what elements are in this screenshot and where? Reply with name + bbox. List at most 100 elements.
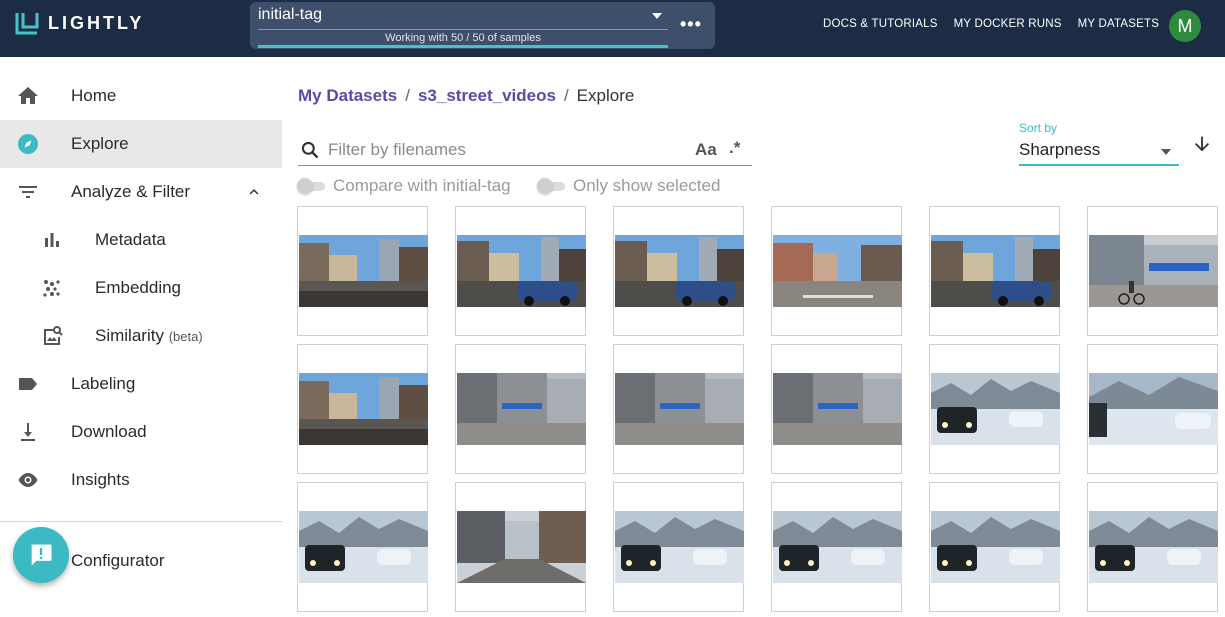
- only-selected-toggle-label: Only show selected: [573, 176, 721, 195]
- breadcrumb-separator: /: [563, 86, 569, 105]
- filename-search-input[interactable]: [328, 138, 688, 162]
- sidebar-item-label: Insights: [71, 470, 130, 489]
- sample-progress-fill: [258, 45, 668, 48]
- sample-thumbnail-card[interactable]: [929, 206, 1060, 336]
- more-horiz-icon[interactable]: •••: [680, 14, 702, 35]
- search-icon: [301, 141, 319, 159]
- breadcrumb-current: Explore: [576, 86, 635, 105]
- sample-image: [457, 511, 586, 583]
- sample-thumbnail-card[interactable]: [455, 206, 586, 336]
- sample-thumbnail-card[interactable]: [613, 344, 744, 474]
- sample-image-graphic: [457, 235, 586, 307]
- sample-thumbnail-card[interactable]: [455, 344, 586, 474]
- breadcrumb-my-datasets[interactable]: My Datasets: [298, 86, 397, 106]
- sidebar-divider: [0, 521, 282, 522]
- sidebar-item-explore[interactable]: Explore: [0, 120, 282, 168]
- sort-by-select[interactable]: Sharpness: [1019, 138, 1179, 166]
- sample-image: [773, 235, 902, 307]
- compare-toggle[interactable]: [297, 177, 327, 195]
- sidebar-item-embedding[interactable]: Embedding: [0, 264, 282, 312]
- docs-link[interactable]: DOCS & TUTORIALS: [823, 18, 938, 30]
- top-nav: DOCS & TUTORIALS MY DOCKER RUNS MY DATAS…: [823, 18, 1159, 30]
- sidebar-item-analyze-filter[interactable]: Analyze & Filter: [0, 168, 282, 216]
- sample-thumbnail-card[interactable]: [1087, 344, 1218, 474]
- sample-image-graphic: [299, 235, 428, 307]
- sample-progress-bar: [258, 45, 668, 48]
- sidebar-item-label: Configurator: [71, 551, 165, 570]
- sample-image-graphic: [1089, 373, 1218, 445]
- sample-image: [299, 235, 428, 307]
- sample-image-graphic: [773, 373, 902, 445]
- sample-thumbnail-card[interactable]: [297, 344, 428, 474]
- sidebar-item-label: Similarity (beta): [95, 326, 203, 345]
- sample-thumbnail-card[interactable]: [1087, 482, 1218, 612]
- sidebar-item-insights[interactable]: Insights: [0, 456, 282, 504]
- sample-image-graphic: [931, 511, 1060, 583]
- sample-thumbnail-card[interactable]: [929, 344, 1060, 474]
- beta-badge: (beta): [168, 329, 203, 344]
- breadcrumb-dataset[interactable]: s3_street_videos: [418, 86, 556, 106]
- sample-image: [931, 511, 1060, 583]
- compare-toggle-row: Compare with initial-tag: [297, 176, 511, 196]
- top-app-bar: LIGHTLY initial-tag Working with 50 / 50…: [0, 0, 1225, 57]
- sidebar-item-download[interactable]: Download: [0, 408, 282, 456]
- sample-image-graphic: [931, 235, 1060, 307]
- sample-thumbnail-card[interactable]: [929, 482, 1060, 612]
- feedback-button[interactable]: [13, 527, 69, 583]
- filename-filter: Aa .*: [298, 134, 752, 166]
- regex-toggle[interactable]: .*: [729, 138, 740, 158]
- filter-icon: [19, 186, 37, 198]
- chevron-up-icon[interactable]: [245, 183, 263, 201]
- sample-image: [773, 373, 902, 445]
- sample-thumbnail-card[interactable]: [613, 482, 744, 612]
- user-avatar[interactable]: M: [1169, 10, 1201, 42]
- logo-text: LIGHTLY: [48, 12, 145, 33]
- feedback-icon: [31, 544, 52, 566]
- sample-thumbnail-card[interactable]: [1087, 206, 1218, 336]
- sample-thumbnail-card[interactable]: [771, 482, 902, 612]
- sample-thumbnail-card[interactable]: [297, 482, 428, 612]
- sample-image: [1089, 235, 1218, 307]
- sample-image: [457, 235, 586, 307]
- sample-thumbnail-card[interactable]: [455, 482, 586, 612]
- sample-image: [457, 373, 586, 445]
- sample-count-status: Working with 50 / 50 of samples: [385, 32, 541, 44]
- sidebar-item-home[interactable]: Home: [0, 72, 282, 120]
- tag-selector[interactable]: initial-tag Working with 50 / 50 of samp…: [250, 2, 715, 49]
- sample-image-graphic: [931, 373, 1060, 445]
- dropdown-caret-icon: [1161, 149, 1171, 155]
- sample-image-graphic: [457, 373, 586, 445]
- dropdown-caret-icon[interactable]: [652, 13, 662, 19]
- sidebar-item-label: Embedding: [95, 278, 182, 297]
- compare-toggle-label: Compare with initial-tag: [333, 176, 511, 195]
- sample-image-graphic: [773, 235, 902, 307]
- sample-image-graphic: [1089, 511, 1218, 583]
- my-datasets-link[interactable]: MY DATASETS: [1078, 18, 1159, 30]
- lightly-logo[interactable]: LIGHTLY: [15, 11, 144, 35]
- download-icon: [21, 423, 35, 441]
- sample-thumbnail-card[interactable]: [613, 206, 744, 336]
- sample-image-graphic: [615, 511, 744, 583]
- sample-image-graphic: [1089, 235, 1218, 307]
- only-selected-toggle[interactable]: [537, 177, 567, 195]
- lightly-logo-icon: [15, 13, 39, 35]
- toggle-knob: [297, 178, 313, 194]
- sidebar-item-metadata[interactable]: Metadata: [0, 216, 282, 264]
- sample-image: [615, 511, 744, 583]
- match-case-toggle[interactable]: Aa: [695, 140, 717, 160]
- sidebar-item-similarity[interactable]: Similarity (beta): [0, 312, 282, 360]
- docker-runs-link[interactable]: MY DOCKER RUNS: [954, 18, 1062, 30]
- sidebar-item-labeling[interactable]: Labeling: [0, 360, 282, 408]
- breadcrumb: My Datasets / s3_street_videos / Explore: [298, 86, 634, 106]
- sample-image-graphic: [615, 373, 744, 445]
- sample-image: [1089, 511, 1218, 583]
- sample-thumbnail-card[interactable]: [771, 344, 902, 474]
- sample-image: [773, 511, 902, 583]
- tag-underline: [258, 29, 668, 30]
- arrow-down-icon[interactable]: [1191, 133, 1213, 155]
- tag-name[interactable]: initial-tag: [258, 6, 322, 24]
- bar-chart-icon: [45, 233, 59, 247]
- sample-image-graphic: [615, 235, 744, 307]
- sample-thumbnail-card[interactable]: [771, 206, 902, 336]
- sample-thumbnail-card[interactable]: [297, 206, 428, 336]
